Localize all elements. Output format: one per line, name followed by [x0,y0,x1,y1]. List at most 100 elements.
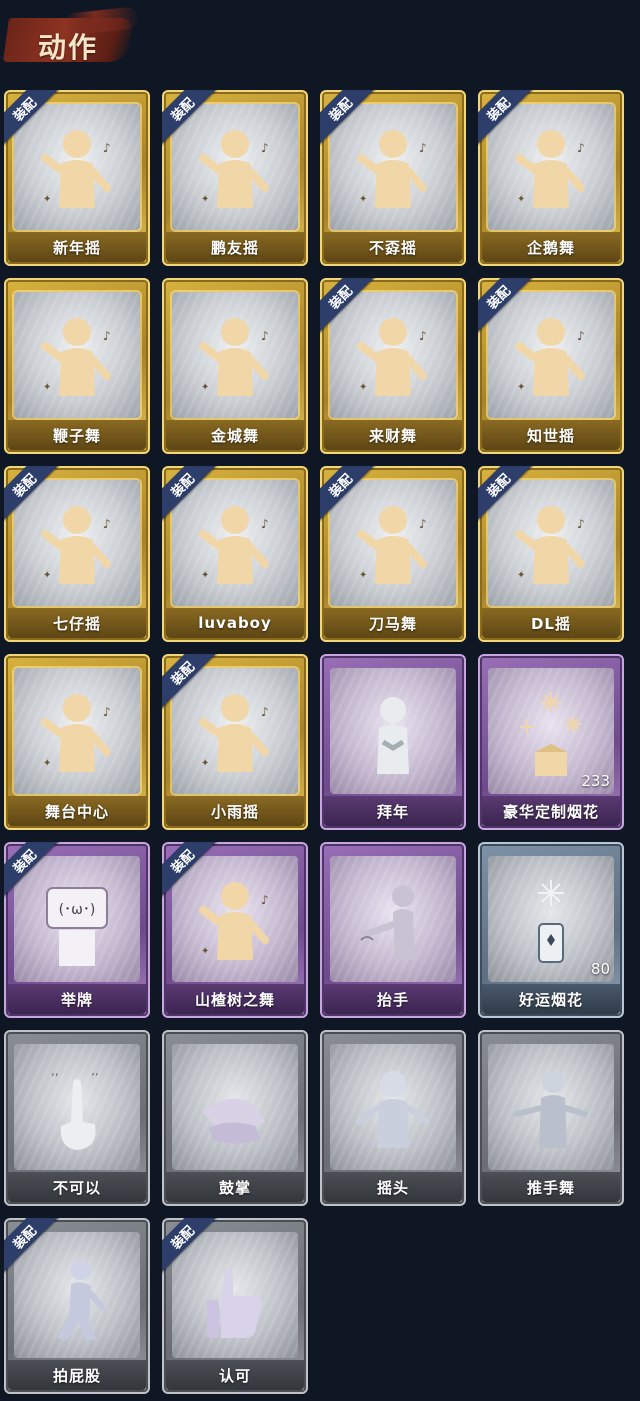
emote-card[interactable]: ♪ ✦ 新年摇 装配 [4,90,150,266]
emote-card[interactable]: ♪ ✦ 鹏友摇 装配 [162,90,308,266]
emote-card[interactable]: 推手舞 [478,1030,624,1206]
svg-text:♪: ♪ [261,517,269,531]
bow-figure-icon [353,686,433,786]
equipped-badge: 装配 [4,842,60,898]
svg-text:♪: ♪ [577,329,585,343]
emote-name: 不可以 [8,1172,146,1202]
svg-text:♪: ♪ [419,141,427,155]
clapping-hands-icon [195,1062,275,1162]
dancer-figure-icon: ♪ ✦ [37,686,117,786]
equipped-ribbon: 装配 [4,466,60,522]
svg-text:‘‘: ‘‘ [51,1071,59,1085]
svg-text:♪: ♪ [103,705,111,719]
emote-card[interactable]: 鼓掌 [162,1030,308,1206]
emote-card[interactable]: ♪ ✦ 山楂树之舞 装配 [162,842,308,1018]
emote-card[interactable]: ♪ ✦ 舞台中心 [4,654,150,830]
equipped-badge: 装配 [4,90,60,146]
emote-name: 金城舞 [166,420,304,450]
raise-hand-figure-icon [353,874,433,974]
emote-card[interactable]: 认可 装配 [162,1218,308,1394]
equipped-label: 装配 [168,1223,198,1253]
svg-text:✦: ✦ [201,382,209,393]
emote-card[interactable]: 抬手 [320,842,466,1018]
equipped-ribbon: 装配 [320,466,376,522]
equipped-label: 装配 [168,847,198,877]
emote-card[interactable]: ‘‘ ’’ 不可以 [4,1030,150,1206]
emote-card[interactable]: 拜年 [320,654,466,830]
svg-text:♪: ♪ [577,141,585,155]
emote-card[interactable]: ♪ ✦ 刀马舞 装配 [320,466,466,642]
emote-card[interactable]: ♪ ✦ DL摇 装配 [478,466,624,642]
svg-text:♪: ♪ [103,141,111,155]
equipped-badge: 装配 [162,1218,218,1274]
svg-text:✦: ✦ [359,194,367,205]
emote-card[interactable]: ♪ ✦ luvaboy 装配 [162,466,308,642]
equipped-badge: 装配 [478,466,534,522]
emote-name: 拍屁股 [8,1360,146,1390]
equipped-ribbon: 装配 [162,466,218,522]
emote-card[interactable]: ♪ ✦ 来财舞 装配 [320,278,466,454]
emote-card[interactable]: 80 好运烟花 [478,842,624,1018]
equipped-label: 装配 [168,95,198,125]
emote-name: 知世摇 [482,420,620,450]
equipped-ribbon: 装配 [320,90,376,146]
equipped-badge: 装配 [162,466,218,522]
equipped-badge: 装配 [478,278,534,334]
equipped-badge: 装配 [4,466,60,522]
equipped-badge: 装配 [162,842,218,898]
equipped-ribbon: 装配 [478,278,534,334]
emote-name: 认可 [166,1360,304,1390]
svg-text:♪: ♪ [261,705,269,719]
emote-name: 鹏友摇 [166,232,304,262]
svg-text:✦: ✦ [517,382,525,393]
emote-name: 拜年 [324,796,462,826]
emote-card[interactable]: 拍屁股 装配 [4,1218,150,1394]
svg-text:♪: ♪ [419,329,427,343]
emote-card[interactable]: (･ω･) 举牌 装配 [4,842,150,1018]
equipped-label: 装配 [10,1223,40,1253]
equipped-badge: 装配 [320,278,376,334]
emote-card[interactable]: 233 豪华定制烟花 [478,654,624,830]
emote-name: 新年摇 [8,232,146,262]
equipped-ribbon: 装配 [478,466,534,522]
emote-name: 来财舞 [324,420,462,450]
emote-grid: ♪ ✦ 新年摇 装配 ♪ ✦ 鹏友摇 装配 ♪ ✦ 不孬摇 装配 ♪ ✦ 企鹅舞 装配 ♪ ✦ 鞭子舞 ♪ ✦ 金城舞 ♪ ✦… [0,0,640,1401]
equipped-label: 装配 [10,471,40,501]
equipped-label: 装配 [10,847,40,877]
equipped-label: 装配 [326,283,356,313]
emote-name: 摇头 [324,1172,462,1202]
equipped-ribbon: 装配 [4,1218,60,1274]
emote-name: 山楂树之舞 [166,984,304,1014]
emote-card[interactable]: ♪ ✦ 鞭子舞 [4,278,150,454]
svg-text:✦: ✦ [201,758,209,769]
emote-card[interactable]: ♪ ✦ 七仔摇 装配 [4,466,150,642]
equipped-label: 装配 [326,95,356,125]
fireworks-box-icon [511,686,591,786]
emote-card[interactable]: ♪ ✦ 企鹅舞 装配 [478,90,624,266]
svg-text:♪: ♪ [103,517,111,531]
emote-card[interactable]: ♪ ✦ 金城舞 [162,278,308,454]
equipped-ribbon: 装配 [162,654,218,710]
svg-text:✦: ✦ [359,570,367,581]
equipped-label: 装配 [484,95,514,125]
emote-name: 企鹅舞 [482,232,620,262]
svg-text:(･ω･): (･ω･) [59,902,96,918]
emote-card[interactable]: ♪ ✦ 不孬摇 装配 [320,90,466,266]
equipped-ribbon: 装配 [4,90,60,146]
emote-card[interactable]: ♪ ✦ 知世摇 装配 [478,278,624,454]
head-shake-figure-icon [353,1062,433,1162]
svg-text:✦: ✦ [43,570,51,581]
emote-name: 小雨摇 [166,796,304,826]
emote-name: luvaboy [166,608,304,638]
emote-card[interactable]: ♪ ✦ 小雨摇 装配 [162,654,308,830]
emote-name: 抬手 [324,984,462,1014]
equipped-ribbon: 装配 [4,842,60,898]
emote-name: 好运烟花 [482,984,620,1014]
emote-card[interactable]: 摇头 [320,1030,466,1206]
svg-text:♪: ♪ [577,517,585,531]
emote-name: 鼓掌 [166,1172,304,1202]
equipped-badge: 装配 [4,1218,60,1274]
dancer-figure-icon: ♪ ✦ [37,310,117,410]
svg-text:✦: ✦ [201,946,209,957]
emote-name: 推手舞 [482,1172,620,1202]
